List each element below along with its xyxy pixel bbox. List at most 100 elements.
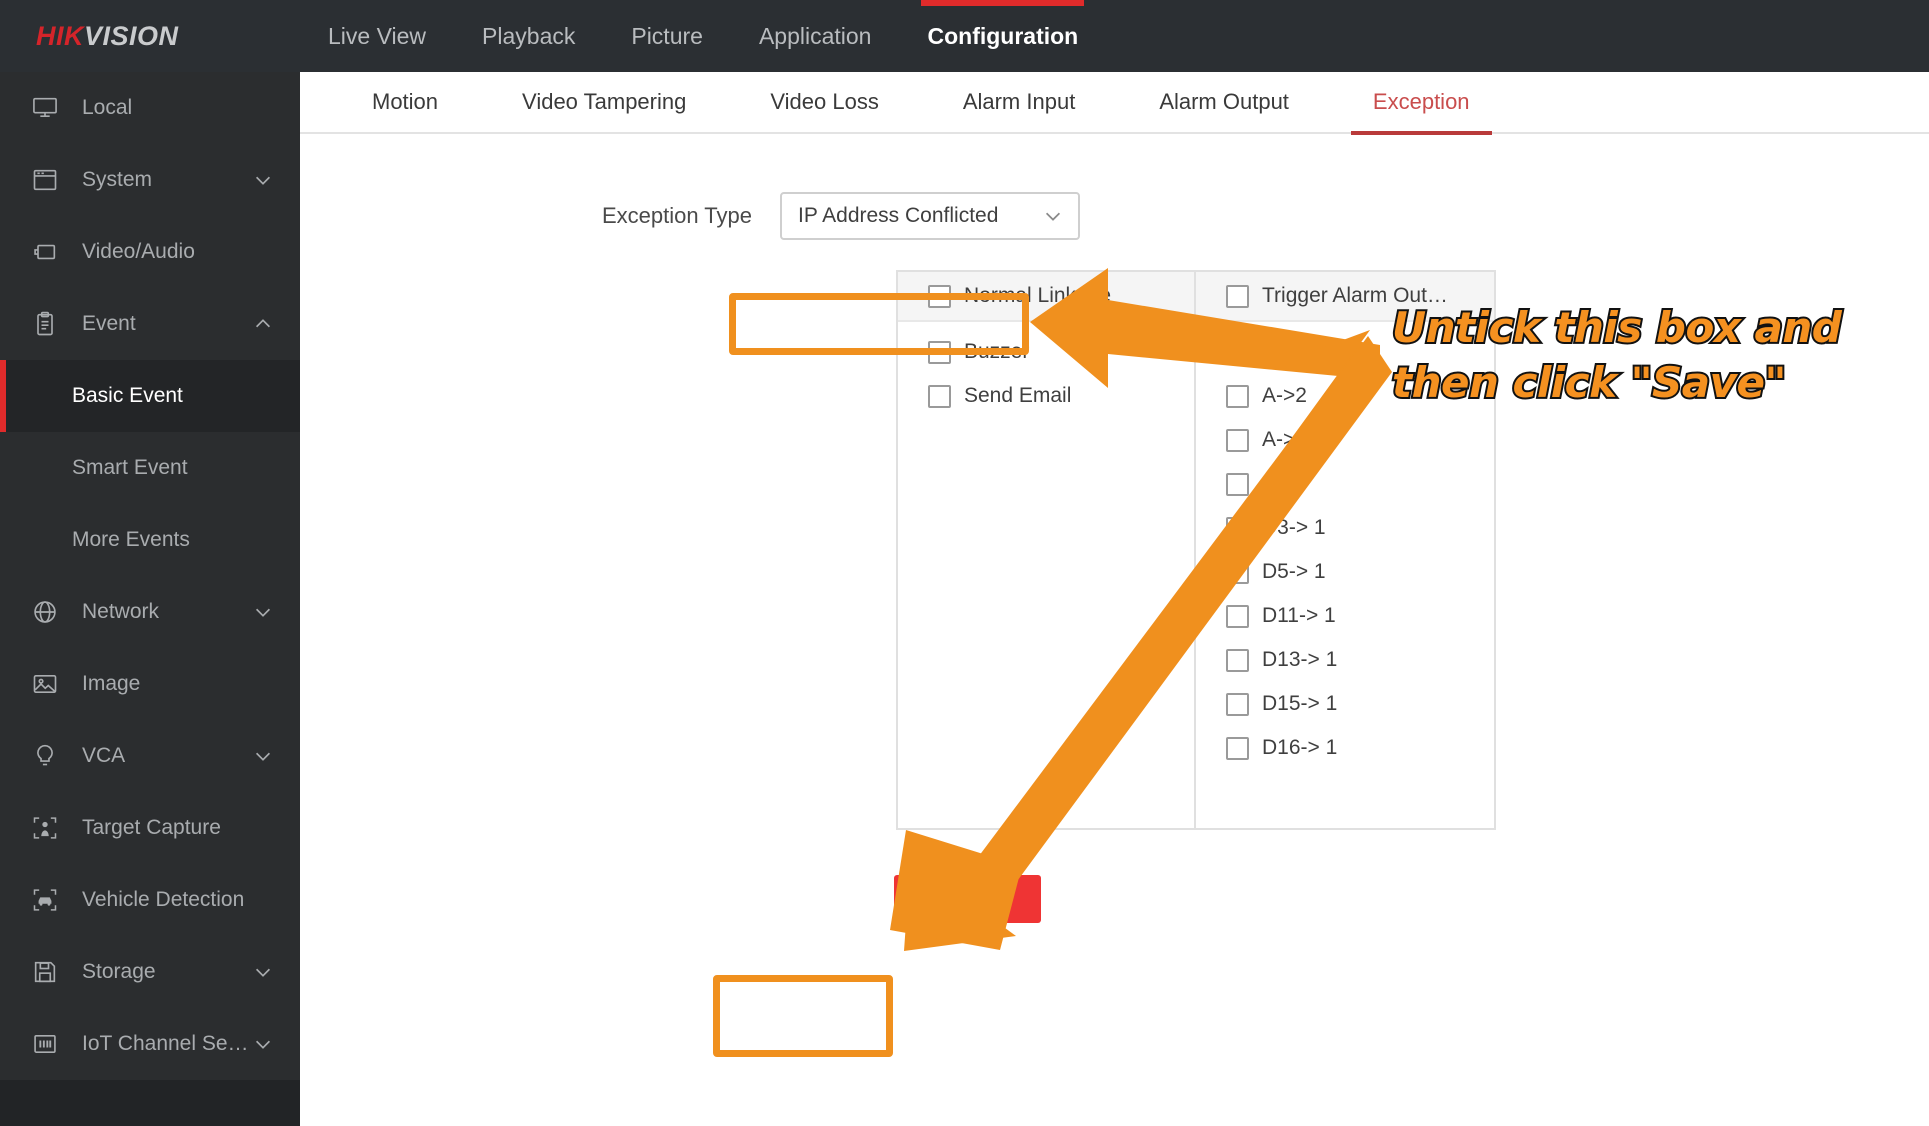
chevron-up-icon[interactable] xyxy=(248,309,278,339)
exception-type-select[interactable]: IP Address Conflicted xyxy=(780,192,1080,240)
chevron-down-icon[interactable] xyxy=(248,741,278,771)
globe-icon xyxy=(28,595,62,629)
sidebar-item-local[interactable]: Local xyxy=(0,72,300,144)
sidebar-label-target-capture: Target Capture xyxy=(82,816,300,840)
trigger-alarm-output-list: A->1 A->2 A->3 A->4 xyxy=(1196,322,1494,770)
sidebar-item-system[interactable]: System xyxy=(0,144,300,216)
sidebar-item-more-events[interactable]: More Events xyxy=(0,504,300,576)
checkbox-alarm-out-a4[interactable] xyxy=(1226,473,1249,496)
sidebar-item-event[interactable]: Event xyxy=(0,288,300,360)
save-button[interactable]: Save xyxy=(894,875,1041,923)
sidebar-item-image[interactable]: Image xyxy=(0,648,300,720)
nav-item-live-view[interactable]: Live View xyxy=(300,0,454,72)
checkbox-alarm-out-d3[interactable] xyxy=(1226,517,1249,540)
tab-motion[interactable]: Motion xyxy=(330,71,480,133)
normal-linkage-header-label: Normal Linkage xyxy=(964,284,1111,308)
sidebar-label-network: Network xyxy=(82,600,248,624)
label-buzzer: Buzzer xyxy=(964,340,1029,364)
exception-type-row: Exception Type IP Address Conflicted xyxy=(300,192,1080,240)
checkbox-alarm-out-a3[interactable] xyxy=(1226,429,1249,452)
chevron-down-icon[interactable] xyxy=(248,957,278,987)
floppy-icon xyxy=(28,955,62,989)
tab-exception[interactable]: Exception xyxy=(1331,71,1512,133)
list-item[interactable]: D13-> 1 xyxy=(1226,638,1494,682)
sidebar-label-vehicle-detection: Vehicle Detection xyxy=(82,888,300,912)
sidebar-label-more-events: More Events xyxy=(72,528,190,552)
trigger-alarm-output-select-all[interactable]: Trigger Alarm Out… xyxy=(1226,273,1448,319)
checkbox-alarm-out-d15[interactable] xyxy=(1226,693,1249,716)
list-item[interactable]: A->1 xyxy=(1226,330,1494,374)
list-item[interactable]: Send Email xyxy=(928,374,1194,418)
nav-item-playback[interactable]: Playback xyxy=(454,0,603,72)
label-alarm-out-d15: D15-> 1 xyxy=(1262,692,1337,716)
tab-alarm-input[interactable]: Alarm Input xyxy=(921,71,1118,133)
sidebar-item-vehicle-detection[interactable]: Vehicle Detection xyxy=(0,864,300,936)
hikvision-web-ui: HIKVISION Live View Playback Picture App… xyxy=(0,0,1929,1126)
sidebar-label-local: Local xyxy=(82,96,300,120)
normal-linkage-header: Normal Linkage xyxy=(898,272,1194,322)
sidebar-label-video-audio: Video/Audio xyxy=(82,240,300,264)
list-item[interactable]: D11-> 1 xyxy=(1226,594,1494,638)
checkbox-alarm-out-a1[interactable] xyxy=(1226,341,1249,364)
sidebar-item-network[interactable]: Network xyxy=(0,576,300,648)
event-subtabs: Motion Video Tampering Video Loss Alarm … xyxy=(300,72,1929,134)
label-alarm-out-d3: D3-> 1 xyxy=(1262,516,1326,540)
label-alarm-out-d13: D13-> 1 xyxy=(1262,648,1337,672)
sidebar-item-iot-channel-settings[interactable]: IoT Channel Se… xyxy=(0,1008,300,1080)
checkbox-alarm-out-d11[interactable] xyxy=(1226,605,1249,628)
chevron-down-icon[interactable] xyxy=(1042,205,1064,227)
list-item[interactable]: D15-> 1 xyxy=(1226,682,1494,726)
chevron-down-icon[interactable] xyxy=(248,597,278,627)
nav-item-configuration[interactable]: Configuration xyxy=(899,0,1106,72)
checkbox-alarm-out-d16[interactable] xyxy=(1226,737,1249,760)
sidebar-label-storage: Storage xyxy=(82,960,248,984)
sidebar-item-video-audio[interactable]: Video/Audio xyxy=(0,216,300,288)
checkbox-alarm-out-a2[interactable] xyxy=(1226,385,1249,408)
checkbox-send-email[interactable] xyxy=(928,385,951,408)
normal-linkage-select-all[interactable]: Normal Linkage xyxy=(928,273,1111,319)
sidebar-label-event: Event xyxy=(82,312,248,336)
person-frame-icon xyxy=(28,811,62,845)
list-item[interactable]: D5-> 1 xyxy=(1226,550,1494,594)
nav-item-picture[interactable]: Picture xyxy=(603,0,731,72)
bulb-icon xyxy=(28,739,62,773)
tab-alarm-output[interactable]: Alarm Output xyxy=(1117,71,1331,133)
sidebar-item-basic-event[interactable]: Basic Event xyxy=(0,360,300,432)
checkbox-trigger-alarm-output-all[interactable] xyxy=(1226,285,1249,308)
sidebar-label-smart-event: Smart Event xyxy=(72,456,188,480)
hikvision-logo: HIKVISION xyxy=(0,21,300,52)
sidebar-label-system: System xyxy=(82,168,248,192)
chevron-down-icon[interactable] xyxy=(248,165,278,195)
label-alarm-out-a4: A->4 xyxy=(1262,472,1307,496)
label-alarm-out-d16: D16-> 1 xyxy=(1262,736,1337,760)
chevron-down-icon[interactable] xyxy=(248,1029,278,1059)
list-item[interactable]: D16-> 1 xyxy=(1226,726,1494,770)
sidebar-footer xyxy=(0,1080,300,1126)
list-item[interactable]: Buzzer xyxy=(928,330,1194,374)
sidebar-label-basic-event: Basic Event xyxy=(72,384,183,408)
sidebar-item-vca[interactable]: VCA xyxy=(0,720,300,792)
checkbox-alarm-out-d5[interactable] xyxy=(1226,561,1249,584)
iot-icon xyxy=(28,1027,62,1061)
list-item[interactable]: A->4 xyxy=(1226,462,1494,506)
checkbox-alarm-out-d13[interactable] xyxy=(1226,649,1249,672)
list-item[interactable]: A->2 xyxy=(1226,374,1494,418)
label-alarm-out-a1: A->1 xyxy=(1262,340,1307,364)
sidebar-item-storage[interactable]: Storage xyxy=(0,936,300,1008)
main-navigation: Live View Playback Picture Application C… xyxy=(300,0,1106,72)
normal-linkage-list: Buzzer Send Email xyxy=(898,322,1194,418)
list-item[interactable]: A->3 xyxy=(1226,418,1494,462)
checkbox-buzzer[interactable] xyxy=(928,341,951,364)
tab-video-tampering[interactable]: Video Tampering xyxy=(480,71,728,133)
nav-item-application[interactable]: Application xyxy=(731,0,900,72)
sidebar-label-iot-channel-settings: IoT Channel Se… xyxy=(82,1032,248,1056)
checkbox-normal-linkage-all[interactable] xyxy=(928,285,951,308)
sidebar-item-smart-event[interactable]: Smart Event xyxy=(0,432,300,504)
exception-type-label: Exception Type xyxy=(300,203,780,229)
list-item[interactable]: D3-> 1 xyxy=(1226,506,1494,550)
tab-video-loss[interactable]: Video Loss xyxy=(728,71,920,133)
sidebar-label-image: Image xyxy=(82,672,300,696)
sidebar-item-target-capture[interactable]: Target Capture xyxy=(0,792,300,864)
window-icon xyxy=(28,163,62,197)
trigger-alarm-output-header-label: Trigger Alarm Out… xyxy=(1262,284,1448,308)
